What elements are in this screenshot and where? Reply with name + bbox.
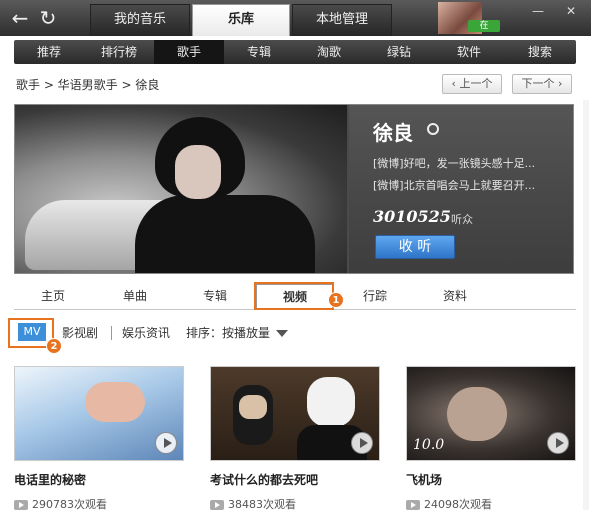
play-count-icon [406, 500, 420, 510]
play-count: 24098次观看 [424, 498, 492, 511]
play-icon[interactable] [351, 432, 373, 454]
video-thumbnail[interactable] [14, 366, 184, 461]
chevron-down-icon[interactable] [276, 330, 288, 337]
top-bar: ← ↻ 我的音乐 乐库 本地管理 在 — ✕ [0, 0, 591, 36]
highlight-videos-tab [254, 282, 334, 310]
thumb-figure-2 [307, 377, 355, 427]
sort-label: 排序： [186, 326, 223, 340]
scrollbar[interactable] [583, 100, 589, 510]
video-thumbnail[interactable]: 10.0 [406, 366, 576, 461]
cat-software[interactable]: 软件 [434, 40, 504, 64]
weibo-post-1[interactable]: [微博]好吧，发一张镜头感十足... [373, 155, 535, 171]
tab-my-music[interactable]: 我的音乐 [90, 4, 190, 36]
next-artist-button[interactable]: 下一个 › [512, 74, 572, 94]
tab-whereabouts[interactable]: 行踪 [336, 284, 414, 310]
video-plays: 24098次观看 [406, 496, 576, 512]
play-icon[interactable] [155, 432, 177, 454]
tab-albums[interactable]: 专辑 [176, 284, 254, 310]
video-title[interactable]: 考试什么的都去死吧 [210, 471, 380, 488]
chevron-right-icon: › [554, 77, 563, 90]
cat-green-diamond[interactable]: 绿钻 [364, 40, 434, 64]
video-overlay-text: 10.0 [413, 437, 445, 453]
prev-label: 上一个 [459, 77, 493, 90]
tab-profile[interactable]: 资料 [416, 284, 494, 310]
cat-discover[interactable]: 淘歌 [294, 40, 364, 64]
status-badge: 在 [468, 20, 500, 32]
tab-singles[interactable]: 单曲 [96, 284, 174, 310]
refresh-icon[interactable]: ↻ [36, 6, 60, 30]
step-marker-2: 2 [46, 338, 62, 354]
cat-singers[interactable]: 歌手 [154, 40, 224, 64]
video-card[interactable]: 10.0 飞机场 24098次观看 [406, 366, 576, 512]
play-count-icon [210, 500, 224, 510]
prev-artist-button[interactable]: ‹ 上一个 [442, 74, 502, 94]
artist-banner: 徐良 [微博]好吧，发一张镜头感十足... [微博]北京首唱会马上就要召开...… [14, 104, 574, 274]
play-count: 290783次观看 [32, 498, 107, 511]
step-marker-1: 1 [328, 292, 344, 308]
cat-recommend[interactable]: 推荐 [14, 40, 84, 64]
video-plays: 38483次观看 [210, 496, 380, 512]
cat-albums[interactable]: 专辑 [224, 40, 294, 64]
artist-name: 徐良 [373, 121, 413, 145]
video-thumbnail[interactable] [210, 366, 380, 461]
weibo-icon[interactable] [427, 123, 439, 135]
filter-film[interactable]: 影视剧 [62, 322, 98, 344]
sort-select[interactable]: 按播放量 [222, 322, 270, 344]
video-title[interactable]: 电话里的秘密 [14, 471, 184, 488]
thumb-figure [85, 382, 145, 422]
thumb-face [447, 387, 507, 441]
fans-label: 听众 [451, 213, 473, 226]
follow-button[interactable]: 收 听 [375, 235, 455, 259]
video-card[interactable]: 电话里的秘密 290783次观看 [14, 366, 184, 512]
play-count-icon [14, 500, 28, 510]
video-card[interactable]: 考试什么的都去死吧 38483次观看 [210, 366, 380, 512]
weibo-post-2[interactable]: [微博]北京首唱会马上就要召开... [373, 177, 535, 193]
cat-charts[interactable]: 排行榜 [84, 40, 154, 64]
tab-home[interactable]: 主页 [14, 284, 92, 310]
play-count: 38483次观看 [228, 498, 296, 511]
filter-separator [111, 326, 112, 340]
tab-music-library[interactable]: 乐库 [192, 4, 290, 36]
fans-count: 3010525 [373, 207, 451, 226]
tab-local-management[interactable]: 本地管理 [292, 4, 392, 36]
video-title[interactable]: 飞机场 [406, 471, 576, 488]
play-icon[interactable] [547, 432, 569, 454]
video-plays: 290783次观看 [14, 496, 184, 512]
artist-info: 徐良 [微博]好吧，发一张镜头感十足... [微博]北京首唱会马上就要召开...… [349, 105, 573, 273]
filter-news[interactable]: 娱乐资讯 [122, 322, 170, 344]
photo-face [175, 145, 221, 199]
back-arrow-icon[interactable]: ← [8, 6, 32, 30]
close-button[interactable]: ✕ [566, 4, 576, 18]
cat-search[interactable]: 搜索 [504, 40, 576, 64]
minimize-button[interactable]: — [532, 4, 544, 18]
next-label: 下一个 [521, 77, 555, 90]
photo-body [135, 195, 315, 273]
artist-photo [15, 105, 347, 273]
breadcrumb[interactable]: 歌手 > 华语男歌手 > 徐良 [16, 76, 159, 93]
thumb-face-1 [239, 395, 267, 419]
category-nav: 推荐 排行榜 歌手 专辑 淘歌 绿钻 软件 搜索 [14, 40, 576, 64]
